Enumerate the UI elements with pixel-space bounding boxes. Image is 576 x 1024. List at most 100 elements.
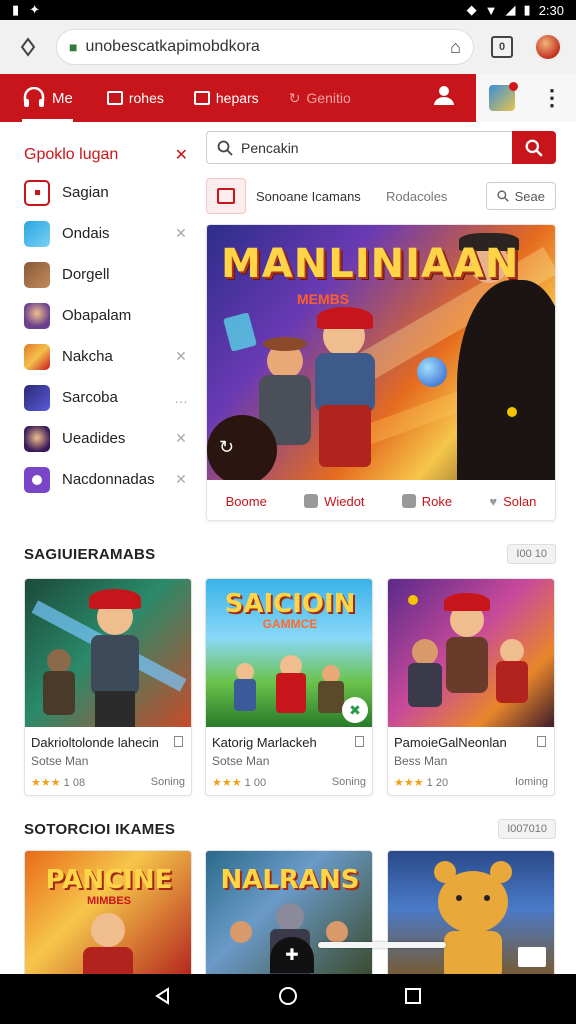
gamepad-icon[interactable]: ✚	[270, 937, 314, 973]
featured-game-art[interactable]: ↻ MANLINIAAN MEMBS	[207, 225, 555, 480]
play-badge-icon[interactable]: ✖	[342, 697, 368, 723]
action-solan[interactable]: ♥ Solan	[489, 494, 536, 509]
sidebar-item-label: Nakcha	[62, 348, 113, 365]
game-thumbnail[interactable]	[387, 850, 555, 980]
sidebar-item-obapalam[interactable]: Obapalam	[0, 295, 200, 336]
bookmark-icon	[304, 494, 319, 508]
sidebar-item-label: Sarcoba	[62, 389, 118, 406]
search-input[interactable]: Pencakin	[206, 131, 512, 164]
action-wiedot[interactable]: Wiedot	[304, 494, 365, 509]
bookmark-icon[interactable]	[355, 736, 364, 747]
sidebar-item-nacdonnadas[interactable]: Nacdonnadas ✕	[0, 459, 200, 500]
action-boome[interactable]: Boome	[226, 494, 267, 509]
tabs-button[interactable]: 0	[484, 29, 520, 65]
site-nav: Me rohes hepars ↻ Genitio ⋮	[0, 74, 576, 122]
sidebar-item-sagian[interactable]: Sagian	[0, 172, 200, 213]
filter-label[interactable]: Sonoane Icamans	[256, 189, 386, 204]
edit-icon	[106, 91, 123, 105]
back-icon[interactable]	[148, 987, 178, 1011]
lock-icon: ■	[69, 39, 78, 55]
search-bar: Pencakin	[206, 131, 556, 164]
game-thumbnail[interactable]	[388, 579, 554, 727]
app-icon	[24, 220, 50, 247]
nav-item-hepars[interactable]: hepars	[193, 90, 259, 106]
section-title: SAGIUIERAMABS	[24, 545, 156, 563]
game-card[interactable]: Dakrioltolonde lahecin Sotse Man ★★★ 1 0…	[24, 578, 192, 796]
scroll-indicator[interactable]	[318, 942, 446, 948]
close-icon[interactable]: ✕	[175, 145, 188, 165]
sidebar-item-label: Sagian	[62, 184, 109, 201]
more-menu-icon[interactable]: ⋮	[541, 87, 563, 109]
address-bar[interactable]: ■ unobescatkapimobdkora ⌂	[56, 29, 474, 65]
sidebar-item-sarcoba[interactable]: Sarcoba …	[0, 377, 200, 418]
game-thumbnail[interactable]: PANCINE MIMBES	[24, 850, 192, 980]
game-avatar-icon[interactable]	[489, 82, 518, 111]
home-button-icon[interactable]	[273, 986, 303, 1012]
home-icon[interactable]: ⌂	[450, 37, 461, 58]
search-button[interactable]	[512, 131, 556, 164]
nav-item-genitio[interactable]: ↻ Genitio	[289, 90, 351, 107]
section-chip[interactable]: I00 10	[507, 544, 556, 564]
heart-icon: ♥	[489, 493, 498, 509]
game-rating: 1 00	[244, 777, 267, 789]
search-placeholder: Pencakin	[241, 139, 299, 156]
nav-home[interactable]: Me	[22, 74, 73, 122]
sidebar-item-nakcha[interactable]: Nakcha ✕	[0, 336, 200, 377]
gallery-icon[interactable]	[206, 178, 246, 214]
more-icon[interactable]: …	[174, 390, 188, 406]
app-icon	[24, 302, 50, 329]
filter-row: Sonoane Icamans Rodacoles Seae	[206, 177, 556, 215]
search-icon	[217, 140, 233, 156]
nav-item-rohes[interactable]: rohes	[106, 90, 164, 106]
action-roke[interactable]: Roke	[401, 494, 452, 509]
user-icon[interactable]	[432, 84, 456, 112]
navigate-icon[interactable]	[10, 29, 46, 65]
nav-right-segment: ⋮	[476, 74, 576, 122]
sidebar-header[interactable]: Gpoklo lugan ✕	[0, 122, 200, 172]
battery-icon: ▮	[523, 2, 531, 17]
sidebar-title: Gpoklo lugan	[24, 146, 119, 163]
game-action[interactable]: Ioming	[515, 776, 548, 789]
app-icon	[24, 466, 50, 493]
sidebar-item-ondais[interactable]: Ondais ✕	[0, 213, 200, 254]
sidebar-item-ueadides[interactable]: Ueadides ✕	[0, 418, 200, 459]
loading-icon: ↻	[219, 437, 235, 457]
game-thumbnail[interactable]	[25, 579, 191, 727]
nav-item-label: rohes	[128, 90, 164, 106]
remove-icon[interactable]: ✕	[174, 225, 188, 242]
game-title: Dakrioltolonde lahecin	[31, 735, 159, 750]
game-card[interactable]: PamoieGalNeonlan Bess Man ★★★ 1 20 Iomin…	[387, 578, 555, 796]
game-action[interactable]: Soning	[332, 776, 366, 789]
remove-icon[interactable]: ✕	[174, 430, 188, 447]
section-chip[interactable]: I007010	[498, 819, 556, 839]
game-card[interactable]: SAICIOIN GAMMCE ✖ Katorig Marlackeh Sots…	[205, 578, 373, 796]
signal-icon: ◢	[505, 2, 516, 17]
game-subtitle: Sotse Man	[212, 754, 270, 768]
bookmark-icon[interactable]	[174, 736, 183, 747]
clock: 2:30	[538, 2, 564, 18]
game-subtitle: Sotse Man	[31, 754, 89, 768]
featured-game-card[interactable]: ↻ MANLINIAAN MEMBS Boome Wiedot Roke ♥ S…	[206, 224, 556, 521]
bookmark-icon[interactable]	[537, 736, 546, 747]
game-action[interactable]: Soning	[151, 776, 185, 789]
game-title: PamoieGalNeonlan	[394, 735, 507, 750]
info-badge-icon[interactable]	[518, 947, 546, 967]
remove-icon[interactable]: ✕	[174, 348, 188, 365]
notification-dot	[509, 82, 518, 91]
filter-label-secondary[interactable]: Rodacoles	[386, 189, 476, 204]
tab-count: 0	[491, 36, 513, 58]
recents-icon[interactable]	[398, 987, 428, 1011]
search-icon	[525, 139, 543, 157]
featured-actions: Boome Wiedot Roke ♥ Solan	[207, 480, 555, 520]
featured-game-subtitle: MEMBS	[297, 291, 350, 307]
nav-home-label: Me	[52, 89, 73, 107]
headset-icon	[23, 87, 45, 107]
profile-button[interactable]	[530, 29, 566, 65]
sidebar-item-label: Obapalam	[62, 307, 132, 324]
search-filter-button[interactable]: Seae	[485, 182, 556, 210]
sidebar-item-dorgell[interactable]: Dorgell	[0, 254, 200, 295]
sidebar: Gpoklo lugan ✕ Sagian Ondais ✕ Dorgell O…	[0, 122, 200, 532]
game-thumbnail[interactable]: SAICIOIN GAMMCE ✖	[206, 579, 372, 727]
section-title: SOTORCIOI IKAMES	[24, 820, 176, 838]
remove-icon[interactable]: ✕	[174, 471, 188, 488]
